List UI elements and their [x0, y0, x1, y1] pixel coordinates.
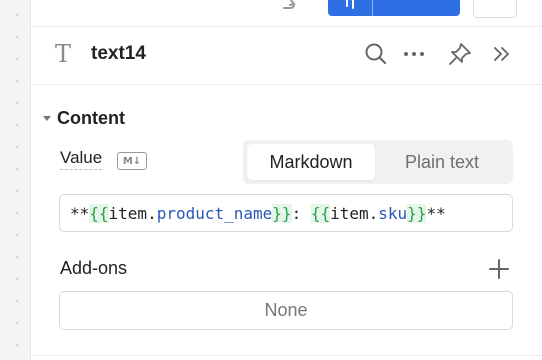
text-type-icon: T — [55, 40, 72, 68]
collapse-panel-icon[interactable] — [489, 41, 515, 67]
value-token: sku — [378, 203, 408, 223]
value-token: ** — [426, 203, 446, 223]
value-token: . — [368, 203, 379, 223]
inspector-panel: T text14 Content Value M↓ Markdown Plain… — [30, 0, 542, 360]
top-toolbar — [31, 0, 542, 27]
section-title: Content — [57, 108, 125, 128]
value-token: ** — [70, 203, 90, 223]
value-token: item — [108, 203, 148, 223]
add-addon-icon[interactable] — [487, 257, 511, 281]
format-toggle: Markdown Plain text — [243, 140, 513, 184]
paperclip-icon[interactable] — [328, 0, 373, 16]
canvas-dot-grid — [0, 0, 30, 360]
markdown-option[interactable]: Markdown — [247, 144, 375, 180]
value-token: product_name — [156, 203, 273, 223]
value-token: {{ — [310, 203, 331, 223]
value-token: }} — [407, 203, 427, 223]
more-icon[interactable] — [401, 41, 427, 67]
pin-icon[interactable] — [447, 41, 473, 67]
value-token: item — [330, 203, 369, 223]
component-name[interactable]: text14 — [91, 43, 146, 65]
addons-label: Add-ons — [60, 258, 128, 278]
content-section-toggle[interactable]: Content — [43, 108, 125, 129]
run-button[interactable] — [328, 0, 460, 16]
value-token: . — [147, 203, 157, 223]
toolbar-button[interactable] — [473, 0, 517, 18]
component-header: T text14 — [31, 27, 542, 85]
plain-text-option[interactable]: Plain text — [375, 144, 509, 180]
value-token: }} — [272, 203, 292, 223]
caret-down-icon — [43, 116, 51, 121]
divider — [31, 355, 542, 356]
value-label: Value — [60, 148, 103, 170]
value-token: : — [291, 203, 311, 223]
value-input[interactable]: **{{ item. product_name}}: {{ item. sku}} *… — [59, 194, 513, 232]
value-token: {{ — [89, 203, 109, 223]
link-icon[interactable] — [281, 0, 305, 18]
addons-empty-field[interactable]: None — [59, 291, 513, 330]
markdown-icon: M↓ — [117, 152, 147, 170]
search-icon[interactable] — [363, 41, 389, 67]
